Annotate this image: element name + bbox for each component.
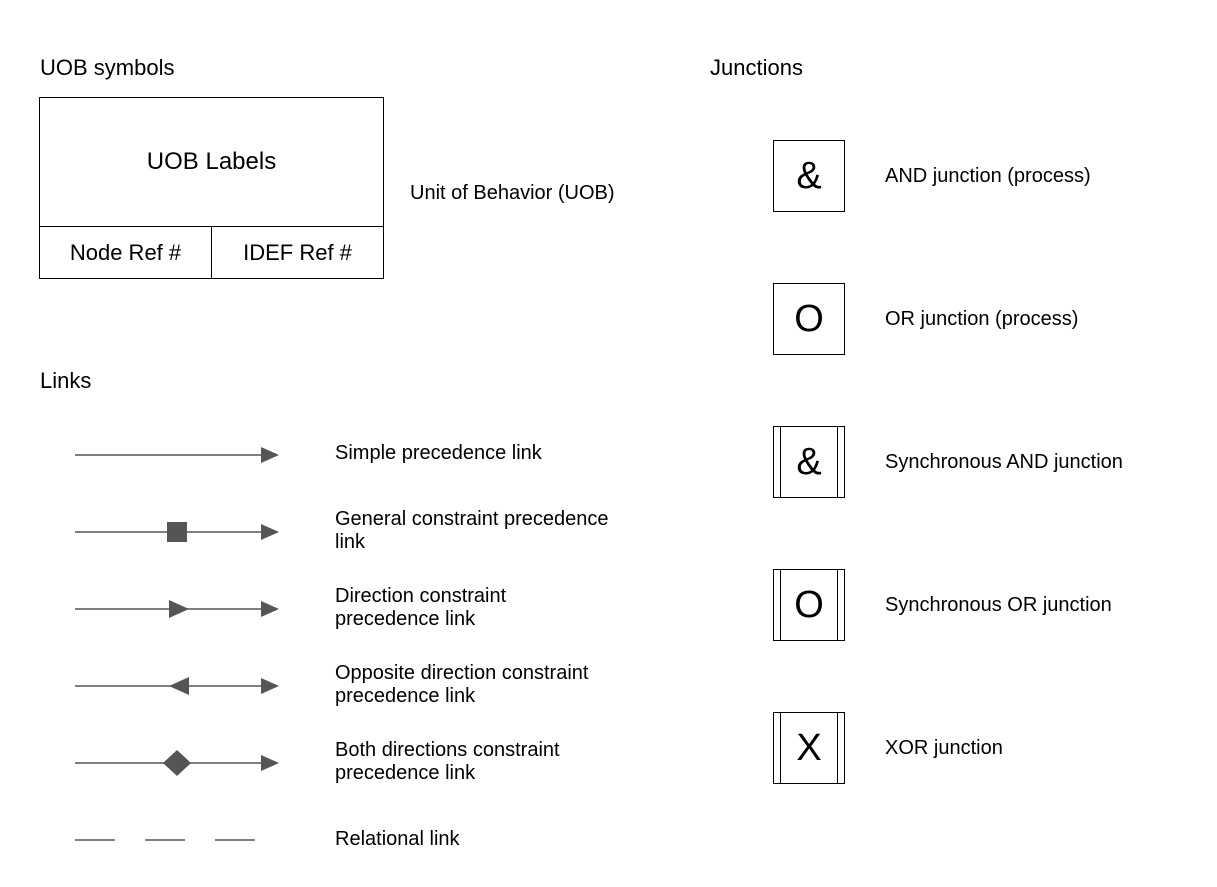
link-label-2: Direction constraint precedence link [335,585,615,631]
link-label-1: General constraint precedence link [335,508,615,554]
link-label-4: Both directions constraint precedence li… [335,739,635,785]
sync-or-junction-box: O [773,569,845,641]
junctions-section-heading: Junctions [710,55,803,81]
general-constraint-link-icon [75,517,279,547]
junction-label-2: Synchronous AND junction [885,451,1123,474]
direction-constraint-link-icon [75,594,279,624]
uob-top-label: UOB Labels [40,98,383,227]
junction-label-1: OR junction (process) [885,308,1078,331]
simple-precedence-link-icon [75,440,279,470]
both-directions-constraint-link-icon [75,748,279,778]
junction-label-0: AND junction (process) [885,165,1091,188]
uob-node-ref: Node Ref # [40,227,212,279]
or-junction-box: O [773,283,845,355]
and-junction-box: & [773,140,845,212]
xor-junction-box: X [773,712,845,784]
opposite-direction-constraint-link-icon [75,671,279,701]
links-section-heading: Links [40,368,91,394]
relational-link-icon [75,825,279,855]
link-label-5: Relational link [335,828,460,851]
sync-and-junction-box: & [773,426,845,498]
uob-symbol-box: UOB Labels Node Ref # IDEF Ref # [39,97,384,279]
link-label-0: Simple precedence link [335,442,542,465]
link-label-3: Opposite direction constraint precedence… [335,662,635,708]
junction-label-4: XOR junction [885,737,1003,760]
junction-label-3: Synchronous OR junction [885,594,1112,617]
uob-idef-ref: IDEF Ref # [212,227,383,279]
uob-caption: Unit of Behavior (UOB) [410,182,615,205]
uob-section-heading: UOB symbols [40,55,174,81]
